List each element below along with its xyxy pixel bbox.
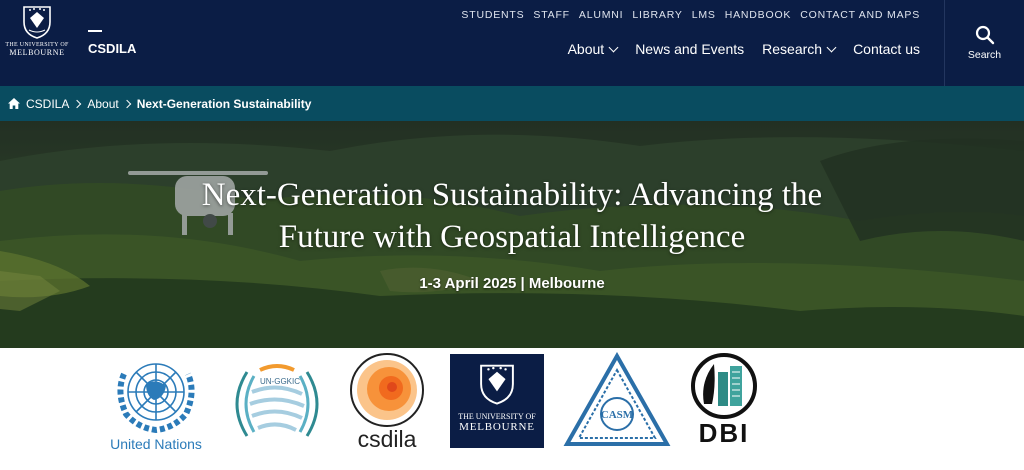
utility-nav: STUDENTS STAFF ALUMNI LIBRARY LMS HANDBO… (452, 9, 920, 21)
logo-line2: MELBOURNE (9, 48, 65, 57)
dbi-caption: DBI (698, 418, 750, 448)
uom-logo: THE UNIVERSITY OF MELBOURNE (449, 354, 545, 462)
csdila-caption: csdila (357, 426, 417, 452)
breadcrumb-home[interactable]: CSDILA (26, 97, 69, 111)
nav-news-label: News and Events (635, 41, 745, 57)
dbi-emblem-icon (691, 353, 757, 419)
breadcrumb-current: Next-Generation Sustainability (136, 96, 312, 111)
hero-title: Next-Generation Sustainability: Advancin… (0, 174, 1024, 258)
nav-contact[interactable]: Contact us (853, 41, 920, 57)
chevron-right-icon (122, 99, 131, 108)
util-link-library[interactable]: LIBRARY (632, 9, 682, 21)
main-nav: About News and Events Research Contact u… (550, 41, 920, 57)
casm-emblem-icon: CASM (563, 352, 671, 446)
util-link-staff[interactable]: STAFF (533, 9, 569, 21)
un-logo: United Nations (104, 352, 208, 460)
breadcrumb: CSDILA About Next-Generation Sustainabil… (0, 86, 1024, 121)
search-icon (975, 25, 994, 45)
hero-title-line1: Next-Generation Sustainability: Advancin… (201, 177, 823, 213)
chevron-down-icon (608, 42, 619, 52)
nav-research[interactable]: Research (762, 41, 837, 57)
nav-news-events[interactable]: News and Events (635, 41, 744, 57)
chevron-down-icon (826, 42, 837, 52)
nav-research-label: Research (762, 41, 823, 57)
search-label: Search (967, 49, 1002, 61)
crest-icon (480, 364, 514, 405)
uom-line2: MELBOURNE (459, 421, 535, 433)
dbi-logo: DBI (686, 352, 762, 460)
un-emblem-icon (117, 363, 195, 434)
home-icon[interactable] (8, 98, 20, 109)
util-link-alumni[interactable]: ALUMNI (579, 9, 623, 21)
chevron-right-icon (73, 99, 82, 108)
site-header: THE UNIVERSITY OF MELBOURNE CSDILA STUDE… (0, 0, 1024, 86)
nav-contact-label: Contact us (853, 41, 920, 57)
casm-text: CASM (601, 409, 634, 421)
nav-about-label: About (567, 41, 605, 57)
casm-logo: CASM (562, 352, 672, 460)
nav-about[interactable]: About (567, 41, 619, 57)
university-logo[interactable]: THE UNIVERSITY OF MELBOURNE (4, 4, 70, 70)
site-name[interactable]: CSDILA (88, 41, 136, 56)
util-link-lms[interactable]: LMS (692, 9, 716, 21)
search-button[interactable]: Search (944, 0, 1024, 86)
csdila-logo: csdila (346, 352, 428, 460)
breadcrumb-parent[interactable]: About (87, 97, 118, 111)
un-ggkic-emblem-icon: UN-GGKIC (235, 364, 319, 437)
hero-banner: Next-Generation Sustainability: Advancin… (0, 121, 1024, 348)
crest-icon (23, 6, 51, 39)
un-ggkic-logo: UN-GGKIC (220, 352, 334, 460)
un-caption: United Nations (110, 436, 202, 452)
util-link-handbook[interactable]: HANDBOOK (725, 9, 792, 21)
site-dash (88, 30, 102, 32)
util-link-contact-maps[interactable]: CONTACT AND MAPS (800, 9, 920, 21)
util-link-students[interactable]: STUDENTS (461, 9, 524, 21)
uom-line1: THE UNIVERSITY OF (458, 412, 536, 421)
partner-logos: United Nations UN-GGKIC csdila THE UNIVE… (0, 348, 1024, 470)
un-ggkic-text: UN-GGKIC (260, 377, 300, 386)
hero-title-line2: Future with Geospatial Intelligence (278, 219, 746, 255)
hero-date: 1-3 April 2025 | Melbourne (419, 275, 605, 292)
csdila-emblem-icon (350, 353, 424, 427)
